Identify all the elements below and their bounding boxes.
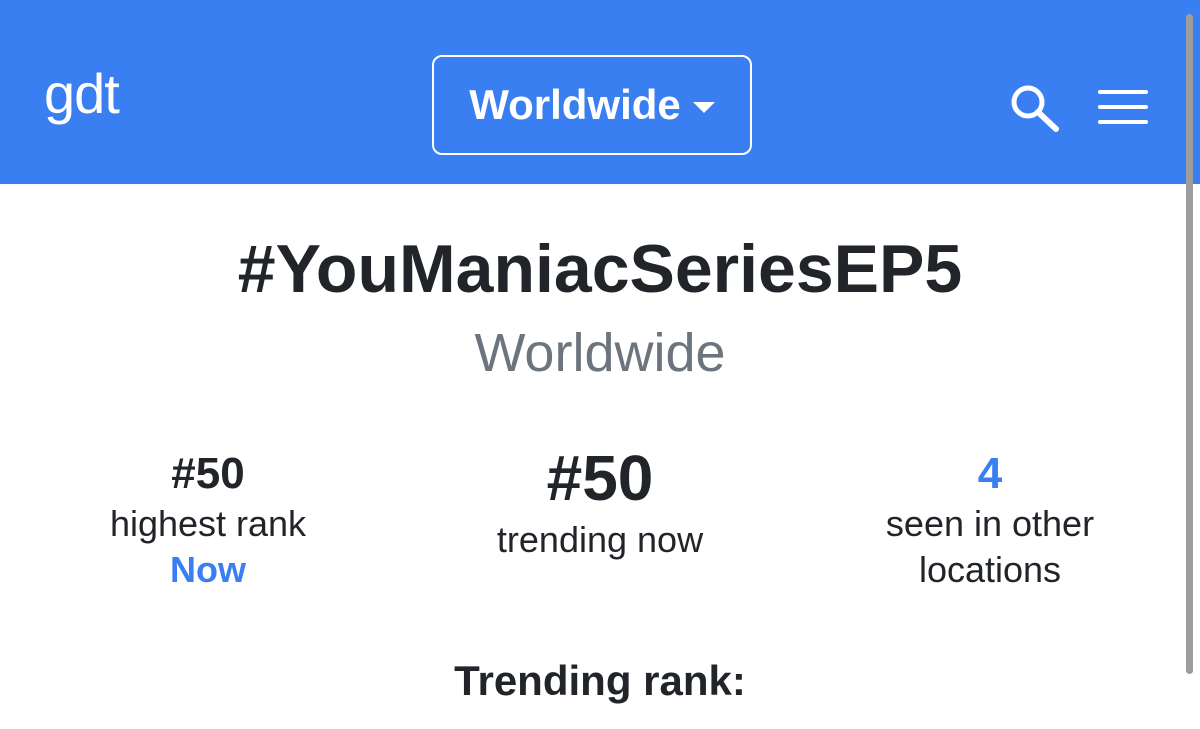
stat-trending-now: #50 trending now xyxy=(450,440,750,563)
trending-now-caption: trending now xyxy=(496,518,704,560)
page: gdt Worldwide #YouManiacSeriesEP5 Worldw… xyxy=(0,0,1200,729)
trend-location: Worldwide xyxy=(474,323,726,383)
menu-button[interactable] xyxy=(1098,88,1150,126)
stat-other-locations[interactable]: 4 seen in other locations xyxy=(840,440,1140,593)
trending-now-value: #50 xyxy=(546,442,654,514)
trending-rank-heading: Trending rank: xyxy=(454,657,746,704)
other-locations-caption-line2: locations xyxy=(918,548,1062,590)
search-icon xyxy=(1011,85,1059,132)
hamburger-menu-icon xyxy=(1098,90,1148,124)
location-dropdown-label: Worldwide xyxy=(469,81,681,128)
top-navbar: gdt Worldwide xyxy=(0,0,1200,184)
chevron-down-icon xyxy=(692,101,715,113)
stat-highest-rank: #50 highest rank Now xyxy=(58,440,358,592)
other-locations-caption-line1: seen in other xyxy=(885,502,1095,544)
site-logo[interactable]: gdt xyxy=(44,66,120,122)
trend-title: #YouManiacSeriesEP5 xyxy=(237,231,963,307)
search-button[interactable] xyxy=(1008,82,1064,134)
highest-rank-time-link[interactable]: Now xyxy=(58,547,358,592)
highest-rank-value: #50 xyxy=(171,449,245,498)
highest-rank-caption: highest rank xyxy=(109,502,307,544)
location-dropdown-button[interactable]: Worldwide xyxy=(432,55,752,155)
other-locations-count[interactable]: 4 xyxy=(840,448,1140,501)
